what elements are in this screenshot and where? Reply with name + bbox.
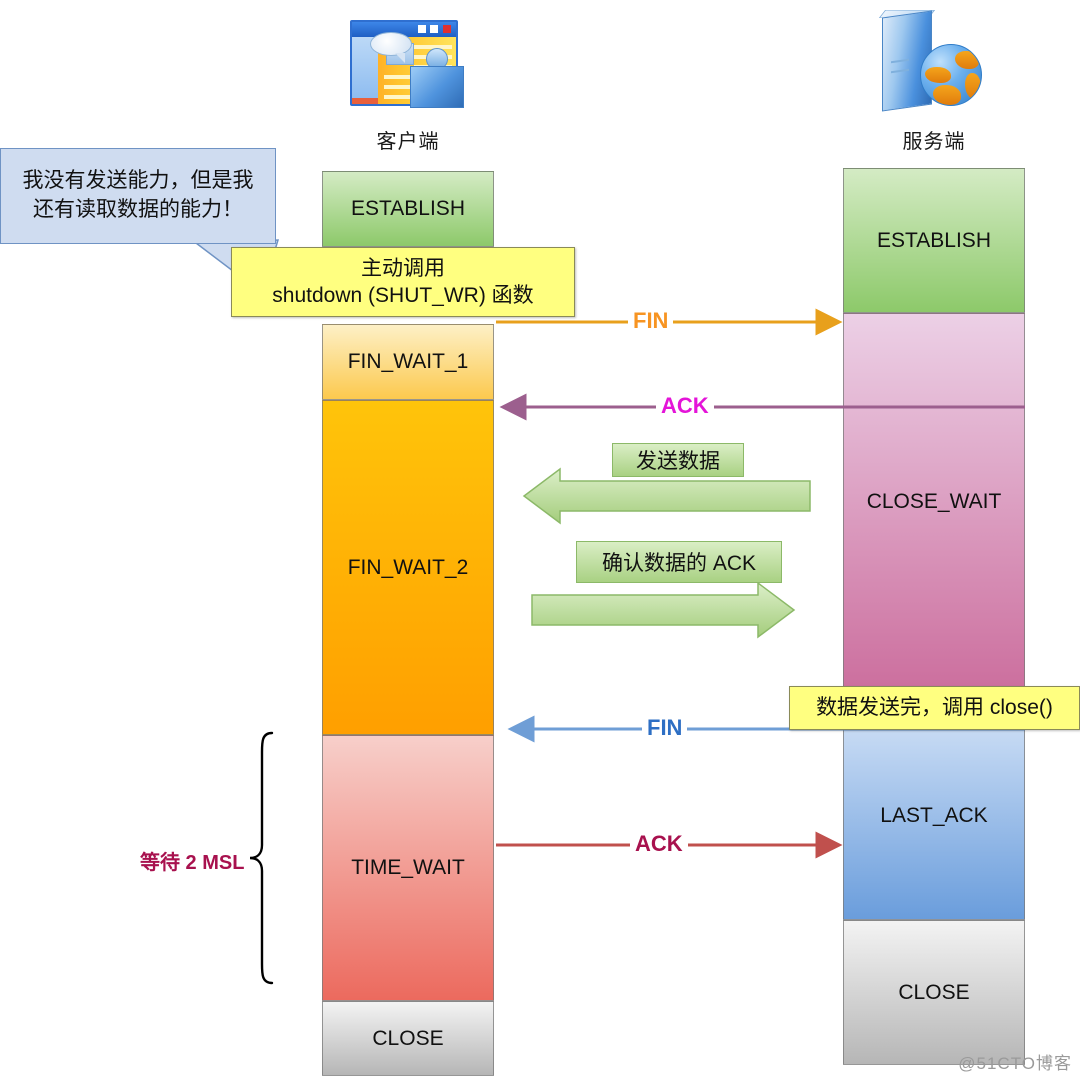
server-state-close-wait-label: CLOSE_WAIT <box>866 489 1002 513</box>
server-state-close-wait: CLOSE_WAIT <box>843 313 1025 690</box>
server-state-close: CLOSE <box>843 920 1025 1065</box>
callout-bubble-no-send-ability: 我没有发送能力，但是我 还有读取数据的能力！ <box>0 148 276 244</box>
server-state-establish: ESTABLISH <box>843 168 1025 313</box>
callout-shutdown-line-1: 主动调用 <box>360 256 445 280</box>
callout-bubble-line-2: 还有读取数据的能力！ <box>33 198 243 221</box>
message-label-send-data-text: 发送数据 <box>636 450 720 473</box>
message-label-send-data: 发送数据 <box>612 443 744 477</box>
annotation-msl-wait: 等待 2 MSL <box>140 852 245 874</box>
server-state-last-ack-label: LAST_ACK <box>880 804 988 827</box>
endpoint-client: 客户端 <box>318 6 498 154</box>
client-state-fin-wait-1-label: FIN_WAIT_1 <box>347 350 469 373</box>
endpoint-server: 服务端 <box>844 6 1024 154</box>
client-state-close: CLOSE <box>322 1001 494 1076</box>
browser-user-icon <box>318 6 498 121</box>
client-state-fin-wait-2: FIN_WAIT_2 <box>322 400 494 735</box>
callout-call-close-text: 数据发送完，调用 close() <box>816 696 1053 720</box>
client-state-fin-wait-2-label: FIN_WAIT_2 <box>347 555 469 579</box>
callout-bubble-line-1: 我没有发送能力，但是我 <box>22 169 254 193</box>
callout-shutdown-shut-wr: 主动调用 shutdown (SHUT_WR) 函数 <box>231 247 575 317</box>
client-state-fin-wait-1: FIN_WAIT_1 <box>322 324 494 400</box>
client-state-close-label: CLOSE <box>372 1026 444 1050</box>
message-label-data-ack: 确认数据的 ACK <box>576 541 782 583</box>
message-label-fin-1: FIN <box>628 308 674 334</box>
server-state-establish-label: ESTABLISH <box>877 228 991 252</box>
message-label-data-ack-text: 确认数据的 ACK <box>601 552 756 575</box>
endpoint-client-label: 客户端 <box>376 131 440 153</box>
watermark: @51CTO博客 <box>958 1054 1072 1073</box>
message-label-fin-2: FIN <box>642 715 688 741</box>
callout-call-close: 数据发送完，调用 close() <box>789 686 1080 730</box>
client-state-time-wait-label: TIME_WAIT <box>351 856 465 879</box>
client-state-time-wait: TIME_WAIT <box>322 735 494 1001</box>
server-globe-icon <box>844 6 1024 121</box>
endpoint-server-label: 服务端 <box>902 131 966 153</box>
message-label-ack-1: ACK <box>656 393 714 419</box>
client-state-establish: ESTABLISH <box>322 171 494 247</box>
server-state-close-label: CLOSE <box>898 980 970 1004</box>
tcp-state-diagram: 客户端 服务端 ESTABLISH FIN_WAIT_1 FIN_WAIT_2 … <box>0 0 1080 1080</box>
server-state-last-ack: LAST_ACK <box>843 712 1025 920</box>
callout-shutdown-line-2: shutdown (SHUT_WR) 函数 <box>272 284 534 307</box>
client-state-establish-label: ESTABLISH <box>351 197 465 220</box>
message-label-ack-2: ACK <box>630 831 688 857</box>
